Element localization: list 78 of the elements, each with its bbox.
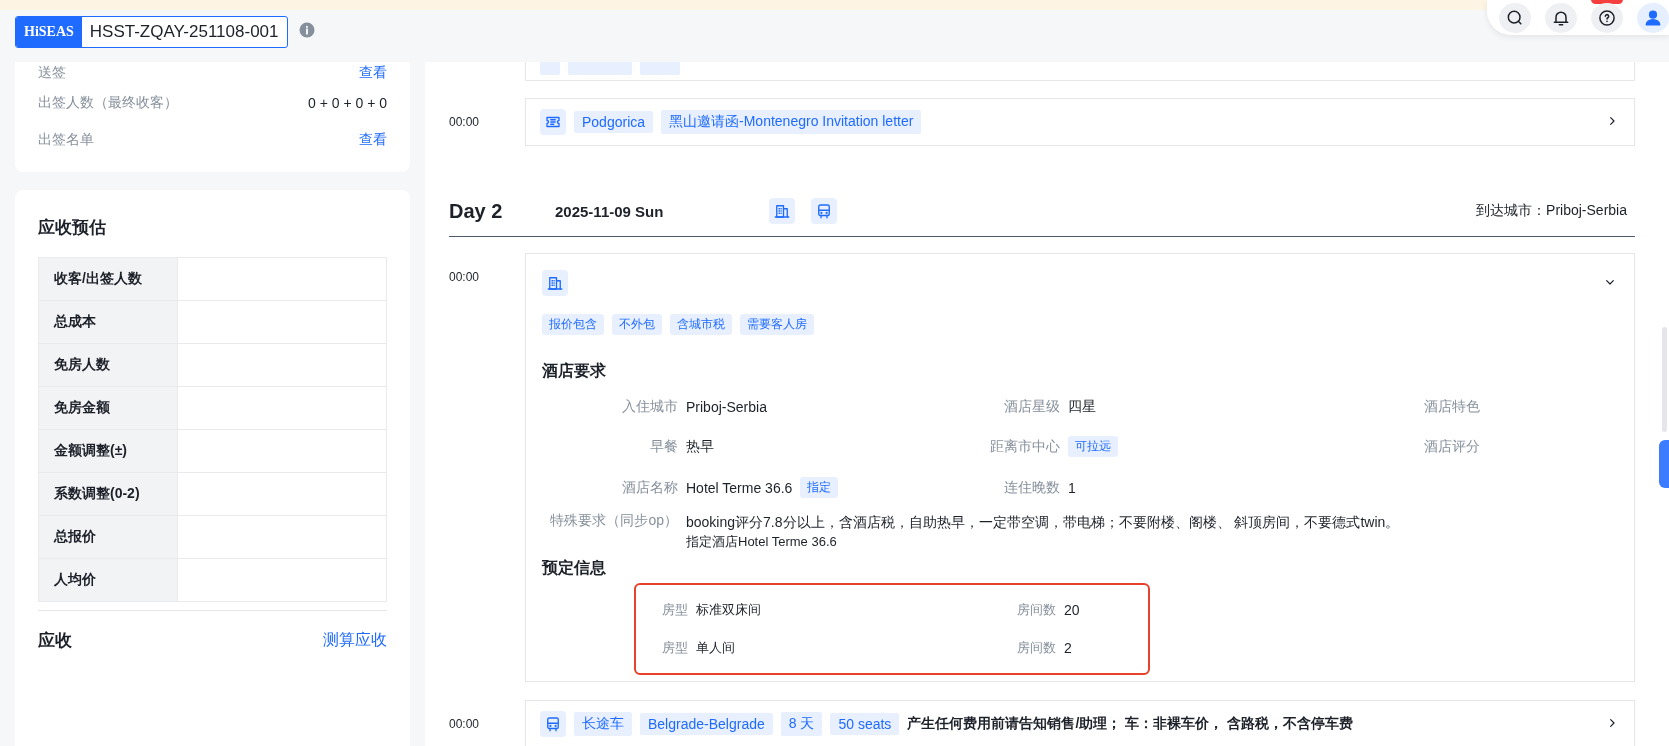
side-tab[interactable] [1659,440,1669,488]
time-label: 00:00 [449,114,481,129]
row-header-cell: 免房金额 [38,386,178,430]
row-header-cell: 总报价 [38,515,178,559]
field-label: 早餐 [649,437,679,456]
field-label: 酒店特色 [1423,398,1481,416]
field-label: 连住晚数 [1003,478,1061,497]
section-title: 应收 [38,630,72,652]
user-avatar[interactable] [1637,2,1669,33]
section-title: 预定信息 [542,558,607,578]
time-label: 00:00 [449,716,481,731]
schedule-card[interactable]: Podgorica 黑山邀请函-Montenegro Invitation letter [525,98,1635,146]
note-text: 产生任何费用前请告知销售/助理； 车：非裸车价， 含路税，不含停车费 [907,715,1354,733]
tag: 不外包 [612,314,662,335]
tag: 8 天 [780,712,823,736]
field-value: 20 [1064,601,1081,619]
help-icon [1597,7,1617,28]
section-title: 应收预估 [38,217,107,239]
row-header-cell: 人均价 [38,558,178,602]
row-header-cell: 免房人数 [38,343,178,387]
row-header-cell: 系数调整(0-2) [38,472,178,516]
scrollbar[interactable] [1662,327,1667,432]
field-value: 四星 [1068,398,1096,416]
section-title: 酒店要求 [542,361,607,381]
field-value: 2 [1064,639,1073,657]
field-label: 出签人数（最终收客） [38,93,178,112]
field-label: 特殊要求（同步op） [549,512,679,530]
schedule-card[interactable]: 长途车 Belgrade-Belgrade 8 天 50 seats 产生任何费用前请告知销售/助理； 车：非裸车价， 含路税，不含停车费 [525,700,1635,746]
order-number: HSST-ZQAY-251108-001 [88,22,280,42]
tag: 50 seats [830,713,900,735]
field-label: 送签 [38,64,66,82]
field-value: 标准双床间 [696,601,762,619]
field-value: 指定酒店Hotel Terme 36.6 [686,533,838,551]
field-value: 0 + 0 + 0 + 0 [308,94,387,111]
notification-button[interactable] [1545,2,1577,33]
bus-icon [815,202,833,220]
field-label: 房间数 [1016,601,1057,619]
field-label: 房间数 [1016,639,1057,657]
arrival-city: 到达城市：Priboj-Serbia [1476,202,1628,220]
view-link[interactable]: 查看 [359,130,387,149]
field-label: 出签名单 [38,130,94,149]
search-button[interactable] [1499,2,1531,33]
field-value: booking评分7.8分以上，含酒店税，自助热早，一定带空调，带电梯；不要附楼、阁楼、 斜顶房间，不要德式twin。 [686,513,1401,532]
day-date: 2025-11-09 Sun [555,202,665,220]
building-icon [773,202,791,220]
field-label: 酒店星级 [1003,398,1061,416]
field-label: 房型 [661,601,689,619]
day-label: Day 2 [449,199,504,223]
field-value: 1 [1068,479,1076,496]
field-label: 房型 [661,639,689,657]
help-button[interactable] [1591,2,1623,33]
field-value: Priboj-Serbia [686,399,767,415]
field-value: Hotel Terme 36.6 [686,479,793,496]
tag: 需要客人房 [740,314,814,335]
field-value: 单人间 [696,639,736,657]
field-label: 酒店名称 [621,478,679,497]
time-label: 00:00 [449,269,481,284]
row-header-cell: 总成本 [38,300,178,344]
tag: 指定 [800,477,839,498]
field-label: 酒店评分 [1423,437,1481,456]
tag: Belgrade-Belgrade [640,713,773,735]
row-header-cell: 收客/出签人数 [38,257,178,301]
tag: 报价包含 [542,314,604,335]
tag: Podgorica [574,111,654,133]
tag: 含城市税 [670,314,732,335]
field-label: 距离市中心 [989,437,1061,456]
tag: 黑山邀请函-Montenegro Invitation letter [661,110,922,134]
logo: HiSEAS [16,17,82,47]
field-value: 热早 [686,437,714,456]
building-icon [546,274,564,292]
tag: 可拉远 [1068,436,1118,457]
tag: 长途车 [574,712,632,736]
bus-icon [544,715,562,733]
calculate-link[interactable]: 测算应收 [323,630,387,651]
field-label: 入住城市 [621,398,679,416]
info-icon[interactable] [297,21,316,39]
row-header-cell: 金额调整(±) [38,429,178,473]
view-link[interactable]: 查看 [359,64,387,82]
